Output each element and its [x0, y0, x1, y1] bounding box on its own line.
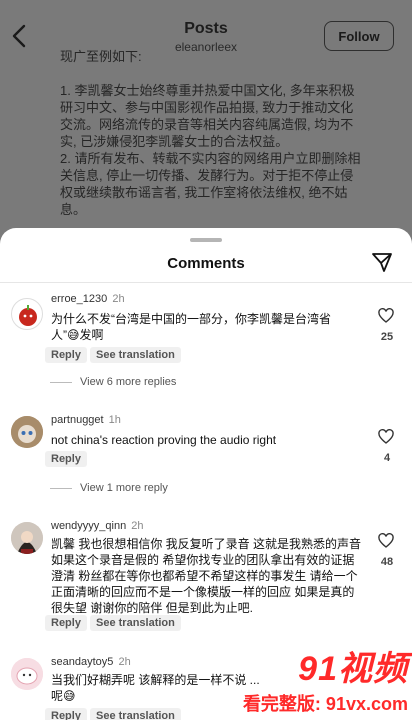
- comment-username[interactable]: wendyyyy_qinn: [51, 520, 126, 532]
- comment-text: not china's reaction proving the audio r…: [51, 433, 277, 447]
- reply-button[interactable]: Reply: [45, 708, 87, 720]
- avatar[interactable]: [11, 298, 43, 330]
- watermark: 91视频 看完整版: 91vx.com: [243, 641, 408, 716]
- drag-handle[interactable]: [190, 238, 222, 242]
- divider: [0, 282, 412, 283]
- apple-avatar-icon: [19, 305, 37, 326]
- watermark-logo: 91视频: [298, 650, 408, 688]
- view-replies-label: View 6 more replies: [80, 376, 177, 388]
- comments-sheet: Comments erroe_1230 2h 为什么不发“台湾是中国的一部分，你…: [0, 228, 412, 720]
- person-avatar-icon: [11, 522, 43, 554]
- avatar[interactable]: [11, 658, 43, 690]
- watermark-url: 看完整版: 91vx.com: [242, 694, 408, 714]
- reply-button[interactable]: Reply: [45, 347, 87, 363]
- reply-button[interactable]: Reply: [45, 451, 87, 467]
- comment-header: wendyyyy_qinn 2h: [51, 520, 144, 532]
- cartoon-avatar-icon: [11, 658, 43, 690]
- comment-time: 1h: [108, 414, 121, 426]
- comment-header: partnugget 1h: [51, 414, 121, 426]
- comments-title: Comments: [167, 255, 245, 272]
- like-count: 4: [383, 452, 391, 464]
- avatar[interactable]: [11, 522, 43, 554]
- like-count: 25: [380, 331, 394, 343]
- reply-line: [50, 381, 72, 383]
- cat-avatar-icon: [11, 416, 43, 448]
- avatar[interactable]: [11, 416, 43, 448]
- see-translation-button[interactable]: See translation: [90, 708, 181, 720]
- comment-header: erroe_1230 2h: [51, 293, 125, 305]
- view-replies-button[interactable]: View 6 more replies: [50, 376, 176, 388]
- comment-time: 2h: [131, 520, 144, 532]
- comment-username[interactable]: partnugget: [51, 414, 104, 426]
- comment-time: 2h: [112, 293, 125, 305]
- view-replies-button[interactable]: View 1 more reply: [50, 482, 168, 494]
- view-replies-label: View 1 more reply: [80, 482, 168, 494]
- reply-button[interactable]: Reply: [45, 615, 87, 631]
- heart-icon[interactable]: [378, 429, 394, 444]
- comment-username[interactable]: erroe_1230: [51, 293, 107, 305]
- heart-icon[interactable]: [378, 308, 394, 323]
- like-count: 48: [380, 556, 394, 568]
- comment-header: seandaytoy5 2h: [51, 656, 131, 668]
- see-translation-button[interactable]: See translation: [90, 615, 181, 631]
- comment-time: 2h: [118, 656, 131, 668]
- see-translation-button[interactable]: See translation: [90, 347, 181, 363]
- follow-button[interactable]: Follow: [324, 21, 394, 51]
- heart-icon[interactable]: [378, 533, 394, 548]
- send-icon[interactable]: [370, 250, 394, 274]
- comment-text: 为什么不发“台湾是中国的一部分，你李凯馨是台湾省人”😅发啊: [51, 312, 331, 342]
- background-post: Posts eleanorleex Follow 现广至例如下: 1. 李凯馨女…: [0, 0, 412, 268]
- reply-line: [50, 487, 72, 489]
- comment-text: 凯馨 我也很想相信你 我反复听了录音 这就是我熟悉的声音 如果这个录音是假的 希…: [51, 537, 362, 615]
- comment-username[interactable]: seandaytoy5: [51, 656, 113, 668]
